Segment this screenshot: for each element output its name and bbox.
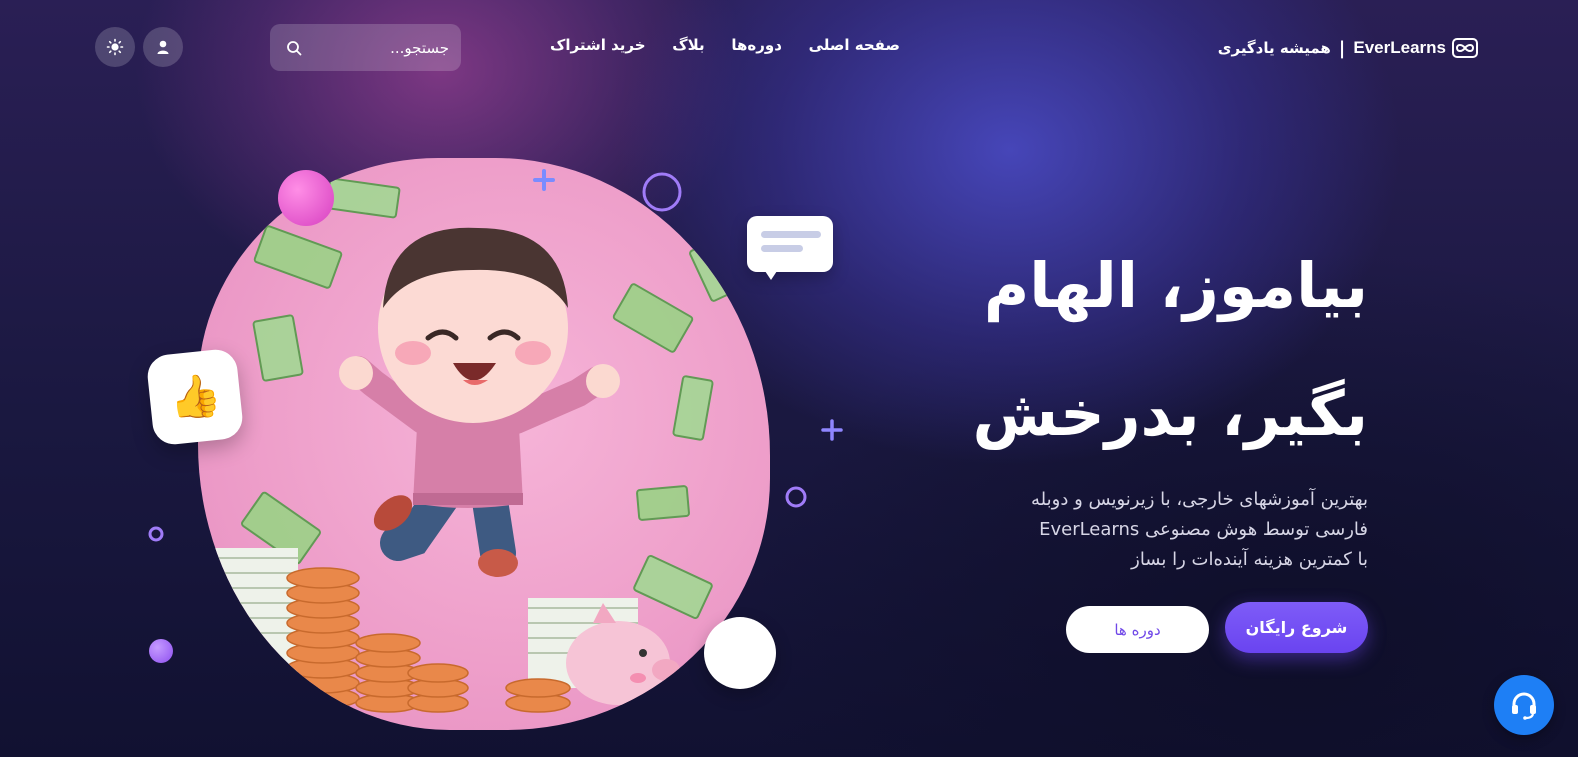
ring-decoration (148, 526, 164, 542)
surprised-emoji-badge: 😲 (704, 617, 776, 689)
coin-stack-icon (286, 567, 571, 713)
thumbs-up-icon: 👍 (166, 369, 224, 424)
plus-icon (533, 169, 555, 191)
surprised-face-icon: 😲 (722, 633, 758, 673)
brand-separator: | (1338, 37, 1346, 59)
nav-home[interactable]: صفحه اصلی (809, 36, 900, 54)
nav-blog[interactable]: بلاگ (672, 36, 704, 54)
pink-sphere-decoration (278, 170, 334, 226)
user-button[interactable] (143, 27, 183, 67)
search-input[interactable] (302, 37, 451, 58)
sun-icon (106, 38, 124, 56)
character-illustration (198, 177, 763, 713)
theme-toggle-button[interactable] (95, 27, 135, 67)
nav-courses[interactable]: دوره‌ها (731, 36, 782, 54)
ring-decoration (785, 486, 807, 508)
hero-description: بهترین آموزشهای خارجی، با زیرنویس و دوبل… (938, 485, 1368, 575)
brand-tagline: همیشه یادگیری (1217, 39, 1331, 57)
search-box[interactable] (270, 24, 461, 71)
hero-description-line1: بهترین آموزشهای خارجی، با زیرنویس و دوبل… (1031, 489, 1368, 510)
chat-bubble-icon (747, 216, 833, 280)
infinity-logo-icon (1452, 38, 1478, 58)
brand-name: EverLearns (1353, 38, 1446, 57)
purple-sphere-decoration (149, 639, 173, 663)
headset-icon (1512, 692, 1536, 720)
boy-character (339, 227, 620, 577)
hero-title-line1: بیاموز، الهام (983, 249, 1368, 322)
start-free-button[interactable]: شروع رایگان (1225, 602, 1368, 653)
plus-icon (821, 419, 843, 441)
courses-button[interactable]: دوره ها (1066, 606, 1209, 653)
hero-description-line3: با کمترین هزینه آینده‌ات را بساز (1131, 549, 1368, 570)
hero-illustration (198, 158, 770, 730)
hero-title: بیاموز، الهام بگیر، بدرخش (973, 222, 1368, 478)
hero-description-line2: فارسی توسط هوش مصنوعی EverLearns (1039, 519, 1368, 540)
user-icon (157, 40, 169, 54)
thumbs-up-card: 👍 (145, 347, 245, 447)
ring-decoration (642, 172, 682, 212)
main-nav: صفحه اصلی دوره‌ها بلاگ خرید اشتراک (550, 36, 900, 54)
search-icon[interactable] (286, 40, 302, 56)
nav-subscription[interactable]: خرید اشتراک (550, 36, 646, 54)
support-chat-button[interactable] (1494, 675, 1554, 735)
hero-title-line2: بگیر، بدرخش (972, 377, 1368, 450)
brand-logo[interactable]: همیشه یادگیری | EverLearns (1218, 34, 1478, 62)
